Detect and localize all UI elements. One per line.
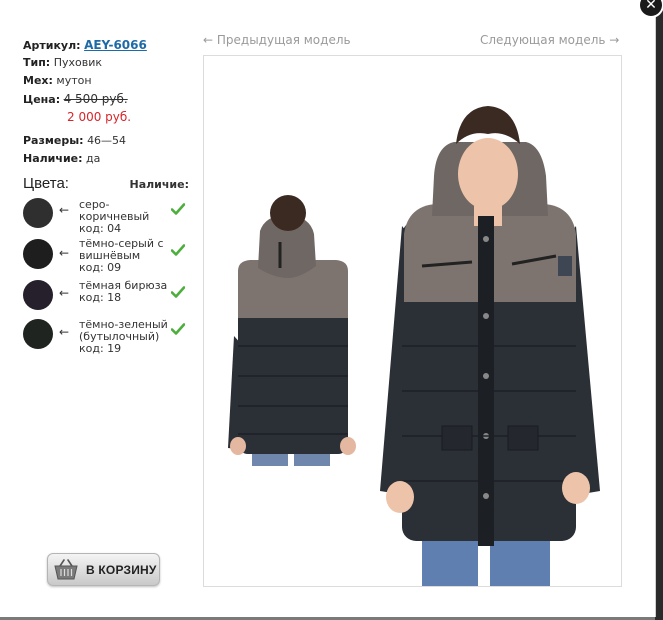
color-name: тёмно-зеленый (бутылочный) (79, 318, 168, 343)
arrow-left-icon: ← (59, 325, 70, 339)
color-name: серо-коричневый (79, 198, 150, 223)
type-row: Тип: Пуховик (23, 54, 193, 72)
product-image (228, 106, 600, 586)
price-row: Цена: 4 500 руб. (23, 90, 193, 108)
color-name: тёмно-серый с вишнёвым (79, 237, 164, 262)
color-label-04: серо-коричневый код: 04 (79, 199, 171, 235)
product-modal: Артикул: AEY-6066 Тип: Пуховик Мех: муто… (0, 0, 656, 617)
fur-label: Мех: (23, 74, 53, 87)
sizes-value: 46—54 (87, 134, 127, 147)
check-icon (171, 323, 185, 335)
arrow-left-icon: ← (59, 203, 70, 217)
check-icon (171, 286, 185, 298)
sku-link[interactable]: AEY-6066 (84, 38, 147, 52)
color-label-18: тёмная бирюза код: 18 (79, 280, 171, 304)
sale-price-row: 2 000 руб. (23, 108, 193, 126)
colors-header: Цвета: Наличие: (23, 175, 189, 193)
stock-value: да (86, 152, 101, 165)
stock-label: Наличие: (23, 152, 83, 165)
color-code: код: 19 (79, 342, 122, 355)
check-icon (171, 244, 185, 256)
color-swatch-18[interactable] (23, 280, 53, 310)
type-label: Тип: (23, 56, 51, 69)
sku-row: Артикул: AEY-6066 (23, 36, 193, 54)
sale-price: 2 000 руб. (67, 110, 132, 124)
sku-label: Артикул: (23, 39, 81, 52)
color-label-09: тёмно-серый с вишнёвым код: 09 (79, 238, 171, 274)
basket-icon (54, 559, 78, 580)
add-to-cart-button[interactable]: В КОРЗИНУ (47, 553, 160, 586)
color-label-19: тёмно-зеленый (бутылочный) код: 19 (79, 319, 171, 355)
color-code: код: 09 (79, 261, 122, 274)
color-code: код: 04 (79, 222, 122, 235)
page-backdrop (655, 0, 663, 620)
back-view-figure (228, 195, 356, 466)
next-model-link[interactable]: Следующая модель → (480, 33, 619, 47)
color-swatch-19[interactable] (23, 319, 53, 349)
close-icon: ✕ (645, 0, 657, 13)
add-to-cart-label: В КОРЗИНУ (86, 563, 157, 577)
color-swatch-04[interactable] (23, 198, 53, 228)
type-value: Пуховик (53, 56, 103, 69)
previous-model-link[interactable]: ← Предыдущая модель (203, 33, 351, 47)
color-swatch-09[interactable] (23, 239, 53, 269)
fur-row: Мех: мутон (23, 72, 193, 90)
front-view-figure (380, 106, 600, 586)
stock-row: Наличие: да (23, 150, 193, 168)
product-photo (203, 55, 622, 587)
availability-header: Наличие: (129, 178, 189, 191)
check-icon (171, 203, 185, 215)
sizes-label: Размеры: (23, 134, 84, 147)
sizes-row: Размеры: 46—54 (23, 132, 193, 150)
fur-value: мутон (56, 74, 92, 87)
arrow-left-icon: ← (59, 246, 70, 260)
arrow-left-icon: ← (59, 286, 70, 300)
product-info: Артикул: AEY-6066 Тип: Пуховик Мех: муто… (23, 36, 193, 168)
price-label: Цена: (23, 93, 61, 106)
color-code: код: 18 (79, 291, 122, 304)
old-price: 4 500 руб. (63, 92, 128, 106)
colors-title: Цвета: (23, 175, 69, 192)
